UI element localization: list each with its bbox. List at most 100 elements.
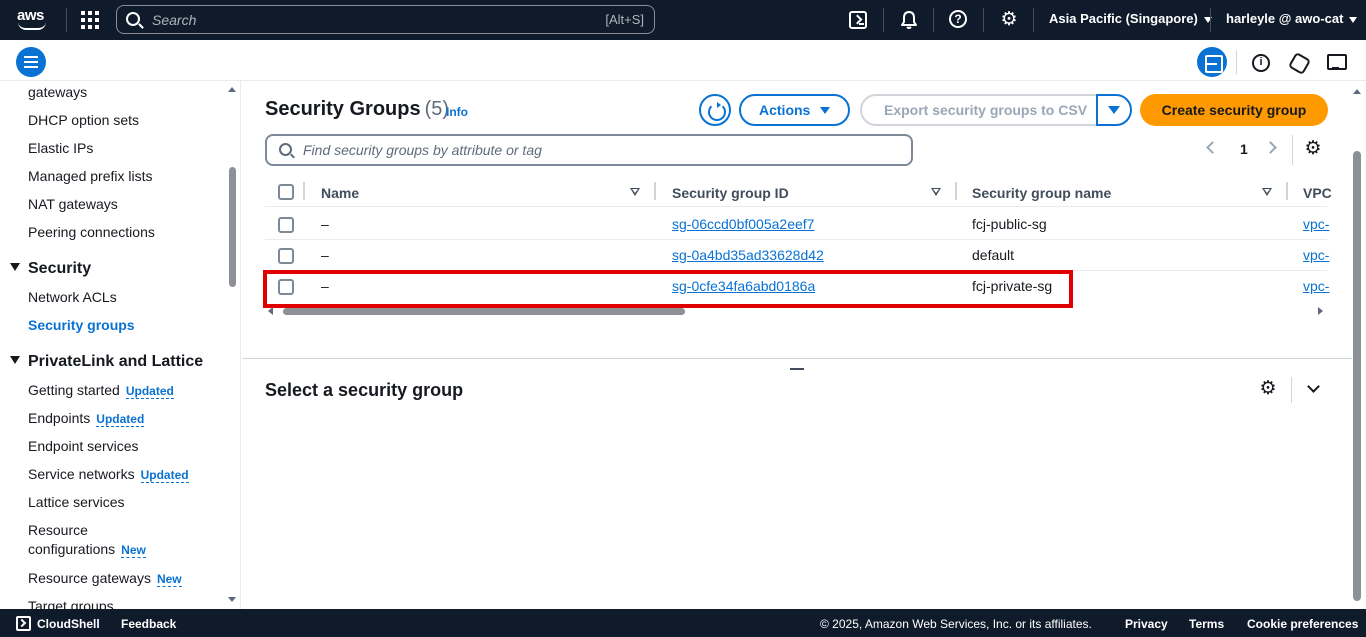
row-checkbox[interactable] — [278, 217, 294, 233]
sidebar-section-security[interactable]: Security — [10, 260, 91, 278]
sidebar-item-resource-configurations[interactable]: Resource configurations New — [28, 522, 146, 558]
previous-page-icon[interactable] — [1206, 141, 1219, 154]
scroll-left-arrow-icon[interactable] — [268, 307, 273, 315]
console-toolbar — [0, 40, 1366, 81]
cell-vpc-link[interactable]: vpc- — [1303, 278, 1329, 294]
current-page-number[interactable]: 1 — [1240, 141, 1248, 157]
sidebar-section-privatelink[interactable]: PrivateLink and Lattice — [10, 353, 203, 371]
info-panel-icon[interactable] — [1246, 47, 1276, 77]
split-panel-preferences-gear-icon[interactable]: ⚙ — [1258, 379, 1278, 399]
sidebar-item-service-networks[interactable]: Service networks Updated — [28, 466, 189, 483]
export-csv-button[interactable]: Export security groups to CSV — [860, 94, 1098, 126]
column-header-security-group-name[interactable]: Security group name — [972, 185, 1111, 201]
scroll-down-arrow-icon[interactable] — [228, 597, 236, 602]
aws-logo[interactable]: aws — [16, 7, 50, 32]
terms-link[interactable]: Terms — [1189, 617, 1224, 631]
export-dropdown-button[interactable] — [1096, 94, 1132, 126]
sidebar-item-dhcp-option-sets[interactable]: DHCP option sets — [28, 112, 139, 128]
column-header-security-group-id[interactable]: Security group ID — [672, 185, 789, 201]
sidebar-item-managed-prefix-lists[interactable]: Managed prefix lists — [28, 168, 153, 184]
cell-name: – — [321, 216, 329, 232]
help-panel-icon[interactable] — [1284, 47, 1314, 77]
sidebar-item-security-groups[interactable]: Security groups — [28, 317, 135, 333]
column-header-vpc[interactable]: VPC — [1303, 185, 1332, 201]
section-label: PrivateLink and Lattice — [28, 353, 204, 370]
scrollbar-thumb[interactable] — [283, 308, 685, 315]
page-title: Security Groups (5) — [265, 98, 449, 121]
sidebar-scrollbar[interactable] — [229, 167, 236, 287]
split-panel-drag-handle[interactable] — [790, 368, 804, 370]
sidebar-item-elastic-ips[interactable]: Elastic IPs — [28, 140, 93, 156]
scroll-right-arrow-icon[interactable] — [1318, 307, 1323, 315]
column-divider — [303, 182, 305, 200]
cell-name: – — [321, 247, 329, 263]
search-shortcut: [Alt+S] — [605, 12, 644, 27]
column-divider[interactable] — [654, 182, 656, 200]
settings-gear-icon[interactable]: ⚙ — [999, 10, 1019, 30]
account-menu[interactable]: harleyle @ awo-cat — [1226, 11, 1358, 26]
sidebar-item-peering-connections[interactable]: Peering connections — [28, 224, 155, 240]
filter-placeholder: Find security groups by attribute or tag — [303, 142, 542, 158]
cell-security-group-id-link[interactable]: sg-06ccd0bf005a2eef7 — [672, 216, 814, 232]
sidebar-item-endpoint-services[interactable]: Endpoint services — [28, 438, 139, 454]
sidebar-item-gateways[interactable]: gateways — [28, 84, 87, 100]
split-panel-icon[interactable] — [1197, 47, 1227, 77]
sidebar-item-resource-gateways[interactable]: Resource gateways New — [28, 570, 182, 587]
sidebar-item-network-acls[interactable]: Network ACLs — [28, 289, 117, 305]
refresh-button[interactable] — [699, 94, 731, 126]
column-divider[interactable] — [955, 182, 957, 200]
page-title-text: Security Groups — [265, 98, 421, 120]
sort-icon[interactable] — [931, 188, 941, 196]
sidebar-item-label: configurations — [28, 541, 116, 557]
global-search-input[interactable]: Search [Alt+S] — [116, 5, 655, 34]
help-icon[interactable]: ? — [949, 10, 967, 28]
privacy-link[interactable]: Privacy — [1125, 617, 1168, 631]
collapse-chevron-icon[interactable] — [1307, 380, 1320, 393]
next-page-icon[interactable] — [1264, 141, 1277, 154]
search-placeholder: Search — [152, 12, 197, 28]
sidebar-item-target-groups[interactable]: Target groups — [28, 598, 114, 609]
sidebar-item-label: Resource gateways — [28, 570, 151, 586]
column-header-name[interactable]: Name — [321, 185, 359, 201]
cloudshell-icon[interactable] — [16, 616, 31, 631]
split-panel-divider — [242, 358, 1352, 359]
create-security-group-button[interactable]: Create security group — [1140, 94, 1328, 126]
tutorial-panel-icon[interactable] — [1322, 47, 1352, 77]
column-divider[interactable] — [1286, 182, 1288, 200]
notifications-bell-icon[interactable] — [899, 10, 919, 30]
table-horizontal-scrollbar[interactable] — [265, 305, 1327, 315]
feedback-link[interactable]: Feedback — [121, 617, 176, 631]
scroll-up-arrow-icon[interactable] — [228, 87, 236, 92]
cookie-preferences-link[interactable]: Cookie preferences — [1247, 617, 1358, 631]
actions-button[interactable]: Actions — [739, 94, 851, 126]
sidebar-item-lattice-services[interactable]: Lattice services — [28, 494, 124, 510]
actions-label: Actions — [759, 102, 811, 118]
sort-icon[interactable] — [1262, 188, 1272, 196]
scroll-up-arrow-icon[interactable] — [1353, 89, 1361, 94]
row-checkbox[interactable] — [278, 248, 294, 264]
copyright-text: © 2025, Amazon Web Services, Inc. or its… — [820, 617, 1092, 631]
cell-vpc-link[interactable]: vpc- — [1303, 247, 1329, 263]
select-all-checkbox[interactable] — [278, 184, 294, 200]
sort-icon[interactable] — [630, 188, 640, 196]
table-row[interactable]: – sg-0a4bd35ad33628d42 default vpc- — [265, 240, 1329, 271]
cloudshell-link[interactable]: CloudShell — [37, 617, 100, 631]
side-navigation-toggle[interactable] — [16, 47, 46, 77]
sidebar-item-nat-gateways[interactable]: NAT gateways — [28, 196, 118, 212]
sidebar-item-getting-started[interactable]: Getting started Updated — [28, 382, 174, 399]
sidebar-item-endpoints[interactable]: Endpoints Updated — [28, 410, 145, 427]
cell-vpc-link[interactable]: vpc- — [1303, 216, 1329, 232]
table-preferences-gear-icon[interactable]: ⚙ — [1303, 139, 1323, 159]
main-vertical-scrollbar[interactable] — [1353, 151, 1361, 601]
region-selector[interactable]: Asia Pacific (Singapore) — [1049, 11, 1212, 26]
cell-security-group-id-link[interactable]: sg-0a4bd35ad33628d42 — [672, 247, 824, 263]
main-content: Security Groups (5) Info Actions Export s… — [242, 81, 1366, 609]
services-menu-icon[interactable] — [81, 11, 99, 29]
table-row[interactable]: – sg-06ccd0bf005a2eef7 fcj-public-sg vpc… — [265, 209, 1329, 240]
nav-divider — [1210, 8, 1211, 32]
cloudshell-icon[interactable] — [849, 11, 867, 29]
caret-down-icon — [820, 106, 831, 114]
filter-search-input[interactable]: Find security groups by attribute or tag — [265, 134, 913, 166]
info-link[interactable]: Info — [446, 105, 468, 119]
updated-badge: Updated — [125, 384, 174, 399]
